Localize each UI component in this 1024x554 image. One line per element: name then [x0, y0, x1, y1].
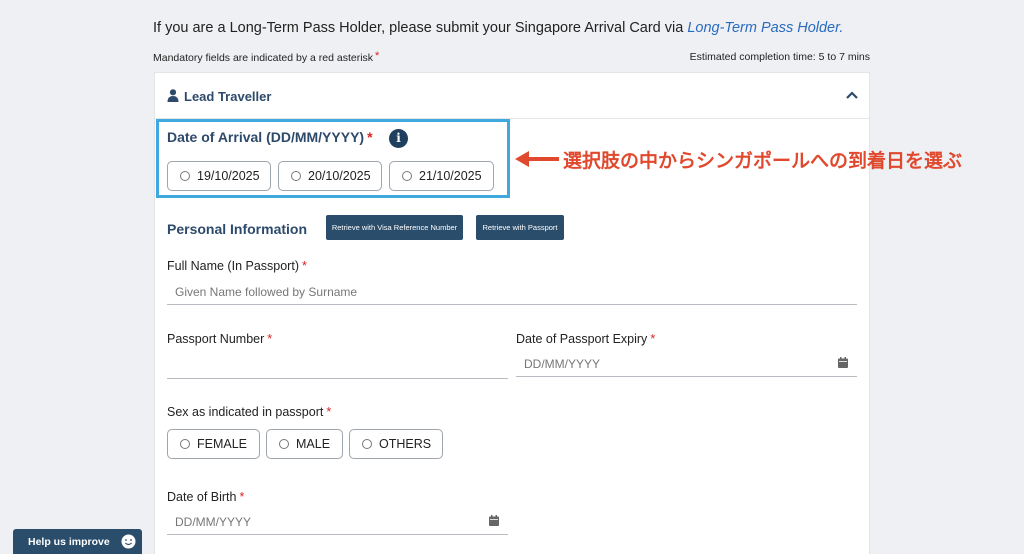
calendar-icon[interactable] [838, 357, 848, 368]
arrival-date-label: Date of Arrival (DD/MM/YYYY) * [167, 129, 373, 145]
dob-input[interactable] [167, 509, 508, 535]
radio-circle-icon [180, 439, 190, 449]
sex-label: Sex as indicated in passport * [167, 405, 331, 419]
sex-option-label: OTHERS [379, 437, 432, 451]
dob-label-text: Date of Birth [167, 490, 237, 504]
radio-circle-icon [402, 171, 412, 181]
required-asterisk: * [650, 332, 656, 346]
long-term-pass-link[interactable]: Long-Term Pass Holder. [687, 20, 843, 36]
help-us-improve-button[interactable]: Help us improve [13, 529, 142, 554]
smiley-icon [121, 534, 136, 549]
required-asterisk: * [301, 259, 307, 273]
arrival-option-label: 19/10/2025 [197, 169, 260, 183]
passport-number-input[interactable] [167, 353, 508, 379]
radio-circle-icon [180, 171, 190, 181]
arrival-option-label: 21/10/2025 [419, 169, 482, 183]
annotation-arrow-icon [515, 151, 559, 167]
full-name-label: Full Name (In Passport) * [167, 259, 307, 273]
retrieve-visa-button[interactable]: Retrieve with Visa Reference Number [326, 215, 463, 240]
arrival-date-label-text: Date of Arrival (DD/MM/YYYY) [167, 129, 365, 145]
mandatory-note-text: Mandatory fields are indicated by a red … [153, 52, 374, 64]
person-icon [167, 89, 179, 102]
arrival-option-2[interactable]: 20/10/2025 [278, 161, 382, 191]
sex-option-label: MALE [296, 437, 331, 451]
required-asterisk: * [267, 332, 273, 346]
sex-label-text: Sex as indicated in passport [167, 405, 324, 419]
arrival-option-label: 20/10/2025 [308, 169, 371, 183]
mandatory-note: Mandatory fields are indicated by a red … [153, 50, 379, 64]
sex-option-others[interactable]: OTHERS [349, 429, 443, 459]
radio-circle-icon [291, 171, 301, 181]
completion-time: Estimated completion time: 5 to 7 mins [689, 51, 870, 63]
arrival-option-3[interactable]: 21/10/2025 [389, 161, 494, 191]
sex-option-label: FEMALE [197, 437, 248, 451]
passport-number-label: Passport Number * [167, 332, 272, 346]
calendar-icon[interactable] [489, 515, 499, 526]
full-name-label-text: Full Name (In Passport) [167, 259, 299, 273]
full-name-input[interactable] [167, 279, 857, 305]
chevron-up-icon[interactable] [845, 89, 859, 101]
arrival-date-highlight: Date of Arrival (DD/MM/YYYY) * i 19/10/20… [156, 119, 510, 198]
arrival-option-1[interactable]: 19/10/2025 [167, 161, 271, 191]
retrieve-passport-button[interactable]: Retrieve with Passport [476, 215, 564, 240]
required-asterisk: * [375, 50, 380, 62]
lead-traveller-header[interactable]: Lead Traveller [155, 73, 869, 119]
passport-expiry-label: Date of Passport Expiry * [516, 332, 655, 346]
required-asterisk: * [367, 129, 373, 145]
required-asterisk: * [326, 405, 332, 419]
radio-circle-icon [279, 439, 289, 449]
lead-traveller-title: Lead Traveller [184, 89, 272, 104]
radio-circle-icon [362, 439, 372, 449]
info-icon[interactable]: i [389, 129, 408, 148]
passport-expiry-input[interactable] [516, 351, 857, 377]
passport-number-label-text: Passport Number [167, 332, 265, 346]
help-us-improve-label: Help us improve [28, 536, 110, 548]
dob-label: Date of Birth * [167, 490, 244, 504]
intro-text: If you are a Long-Term Pass Holder, plea… [153, 20, 843, 36]
sex-option-male[interactable]: MALE [266, 429, 343, 459]
sex-option-female[interactable]: FEMALE [167, 429, 260, 459]
personal-info-title: Personal Information [167, 221, 308, 237]
intro-message: If you are a Long-Term Pass Holder, plea… [153, 20, 688, 36]
annotation-text: 選択肢の中からシンガポールへの到着日を選ぶ [563, 150, 963, 172]
required-asterisk: * [239, 490, 245, 504]
passport-expiry-label-text: Date of Passport Expiry [516, 332, 648, 346]
